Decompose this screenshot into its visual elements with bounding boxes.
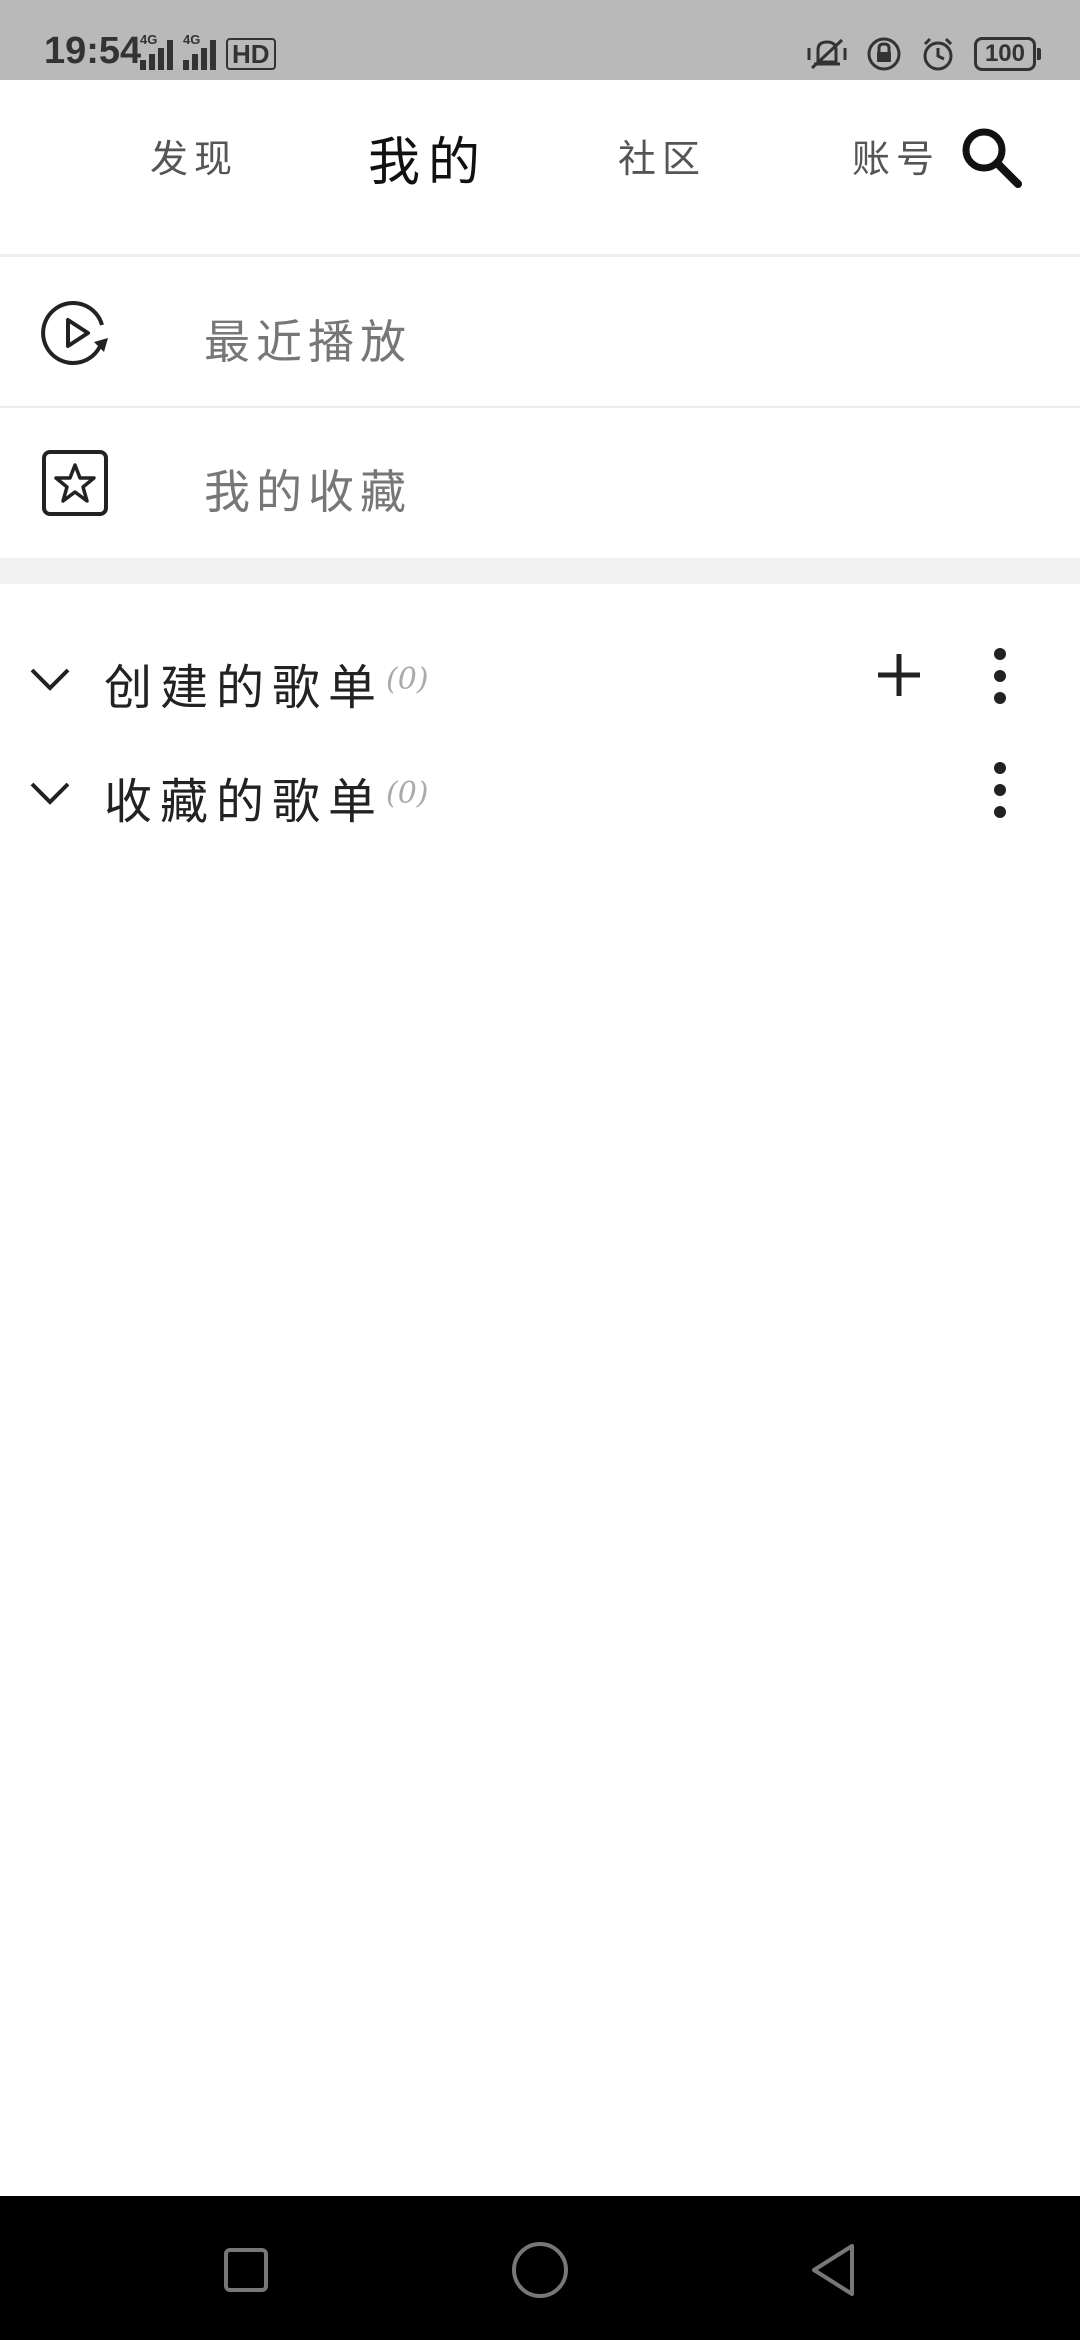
rotation-lock-icon	[867, 37, 901, 71]
status-left-icons: 4G 4G HD	[140, 32, 276, 70]
signal-icon: 4G	[140, 32, 173, 70]
top-nav: 发现 我的 社区 账号	[0, 80, 1080, 257]
search-icon[interactable]	[956, 122, 1026, 192]
hd-voice-icon: HD	[226, 38, 276, 70]
signal-icon: 4G	[183, 32, 216, 70]
more-vertical-icon[interactable]	[980, 760, 1020, 820]
star-icon	[42, 450, 108, 516]
collected-playlists-count: (0)	[386, 776, 429, 811]
battery-icon: 100	[973, 37, 1042, 71]
my-favorites-item[interactable]: 我的收藏	[0, 408, 1080, 558]
alarm-icon	[923, 37, 953, 71]
recent-play-item[interactable]: 最近播放	[0, 258, 1080, 408]
collected-playlists-title: 收藏的歌单	[104, 774, 385, 830]
system-nav-bar	[0, 2196, 1080, 2340]
tab-community[interactable]: 社区	[618, 128, 706, 183]
tab-mine[interactable]: 我的	[368, 120, 488, 195]
chevron-down-icon[interactable]	[28, 774, 72, 814]
home-circle-icon[interactable]	[508, 2238, 572, 2302]
collected-playlists-header[interactable]: 收藏的歌单 (0)	[0, 738, 1080, 848]
section-divider	[0, 558, 1080, 584]
tab-discover[interactable]: 发现	[150, 128, 238, 183]
tab-account[interactable]: 账号	[852, 128, 940, 183]
vibrate-mute-icon	[807, 38, 847, 70]
back-triangle-icon[interactable]	[802, 2238, 866, 2302]
created-playlists-count: (0)	[386, 662, 429, 697]
add-icon[interactable]	[874, 650, 924, 700]
status-time: 19:54	[44, 30, 142, 72]
more-vertical-icon[interactable]	[980, 646, 1020, 706]
created-playlists-header[interactable]: 创建的歌单 (0)	[0, 624, 1080, 734]
created-playlists-title: 创建的歌单	[104, 660, 385, 716]
recent-play-icon	[41, 301, 108, 365]
status-bar: 19:54 4G 4G HD 100	[0, 0, 1080, 80]
recent-play-label: 最近播放	[204, 315, 412, 369]
recents-square-icon[interactable]	[214, 2238, 278, 2302]
my-favorites-label: 我的收藏	[204, 465, 412, 519]
chevron-down-icon[interactable]	[28, 660, 72, 700]
status-right-icons: 100	[806, 36, 1042, 72]
